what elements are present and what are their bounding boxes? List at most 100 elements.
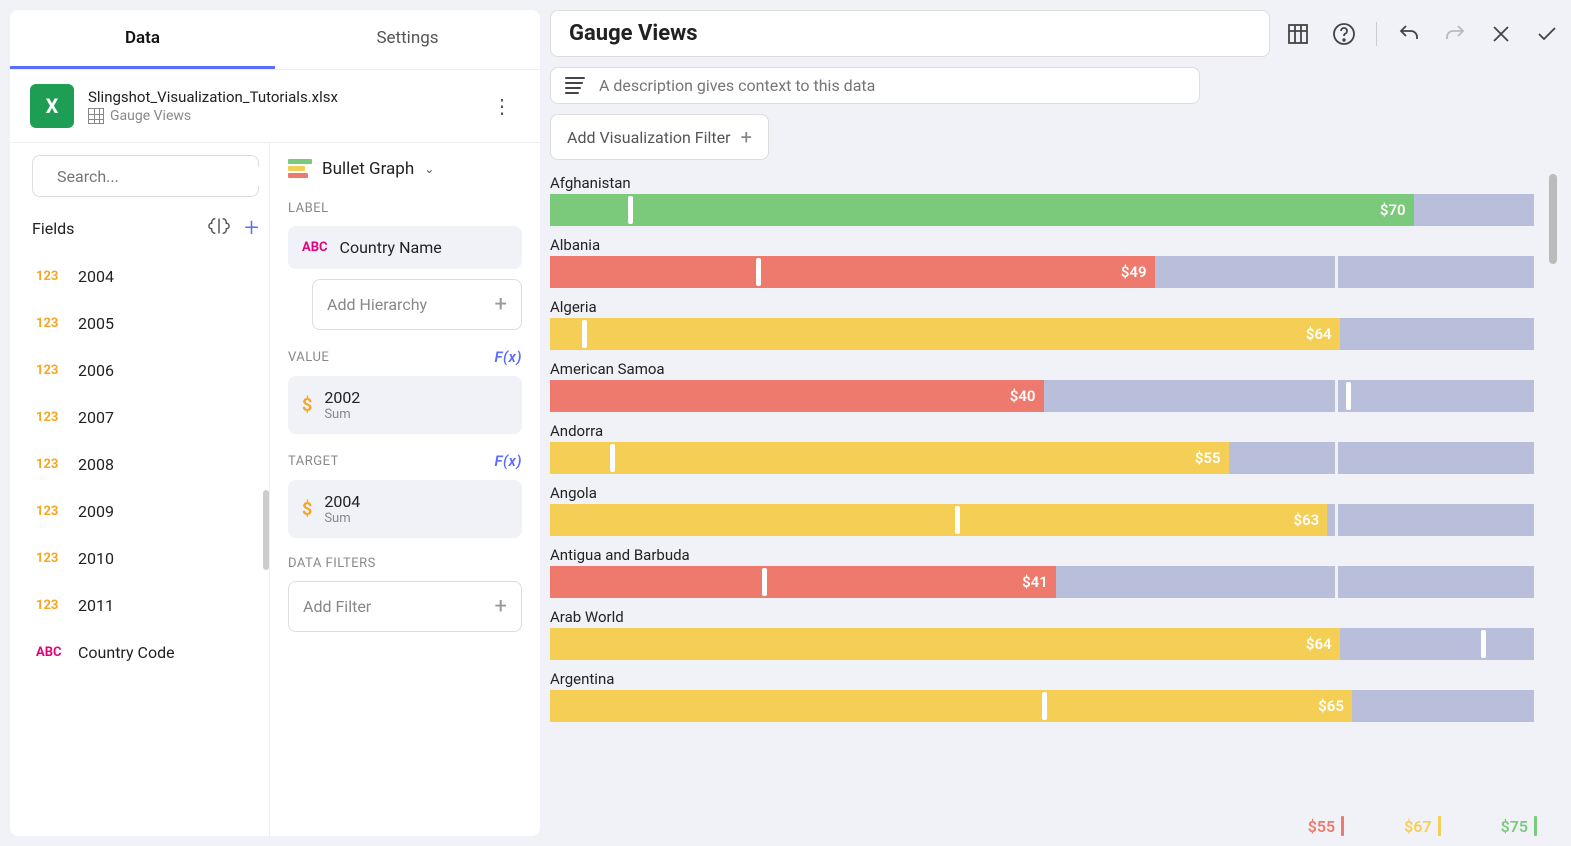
chart-scroll[interactable]: Afghanistan$70Albania$49Algeria$64Americ… <box>550 174 1561 808</box>
chart-row: Albania $49 <box>550 236 1537 288</box>
chart-bg-segment <box>1338 256 1534 288</box>
field-name: Country Code <box>78 643 175 662</box>
chart-value-fill: $64 <box>1044 628 1340 660</box>
chart-target-marker <box>610 444 615 472</box>
datasource-menu-button[interactable]: ⋮ <box>484 94 520 118</box>
chart-target-marker <box>1481 630 1486 658</box>
left-panel: Data Settings X Slingshot_Visualization_… <box>10 10 540 836</box>
chart-bg-segment <box>1338 566 1534 598</box>
field-row[interactable]: 1232010 <box>32 535 259 582</box>
section-label-target: TARGET F(x) <box>288 452 522 470</box>
chart-scrollbar[interactable] <box>1549 174 1557 264</box>
tab-data[interactable]: Data <box>10 10 275 69</box>
chart-target-marker <box>628 196 633 224</box>
label-pill[interactable]: ABC Country Name <box>288 226 522 269</box>
chart-value-fill: $65 <box>1340 690 1352 722</box>
value-pill[interactable]: $ 2002 Sum <box>288 376 522 434</box>
undo-button[interactable] <box>1395 20 1423 48</box>
field-row[interactable]: 1232008 <box>32 441 259 488</box>
add-hierarchy-button[interactable]: Add Hierarchy + <box>312 279 522 330</box>
field-row[interactable]: 1232005 <box>32 300 259 347</box>
fields-scrollbar[interactable] <box>263 490 269 570</box>
currency-icon: $ <box>302 499 312 520</box>
datasource-sheet: Gauge Views <box>110 108 191 124</box>
legend-value: $75 <box>1501 817 1528 836</box>
field-row[interactable]: 1232009 <box>32 488 259 535</box>
toolbar-separator <box>1376 22 1377 46</box>
value-pill-agg: Sum <box>324 407 360 422</box>
table-view-button[interactable] <box>1284 20 1312 48</box>
add-filter-label: Add Filter <box>303 597 371 616</box>
chart-value-fill <box>550 504 1044 536</box>
description-input[interactable] <box>599 76 1185 95</box>
viz-title-input[interactable] <box>550 10 1270 57</box>
field-row[interactable]: ABC Country Code <box>32 629 259 676</box>
chart-row: Algeria$64 <box>550 298 1537 350</box>
chart-row-label: Albania <box>550 236 1537 254</box>
chart-bar-track: $65 <box>550 690 1537 722</box>
help-button[interactable] <box>1330 20 1358 48</box>
target-pill[interactable]: $ 2004 Sum <box>288 480 522 538</box>
text-type-icon: ABC <box>36 645 68 660</box>
chart-target-marker <box>955 506 960 534</box>
add-filter-button[interactable]: Add Filter + <box>288 581 522 632</box>
chart-row-label: Arab World <box>550 608 1537 626</box>
right-panel: Add Visualization Filter + Afghanistan$7… <box>550 10 1561 836</box>
field-row[interactable]: 1232011 <box>32 582 259 629</box>
close-button[interactable] <box>1487 20 1515 48</box>
chart-value-fill: $41 <box>1044 566 1056 598</box>
section-label-label: LABEL <box>288 201 522 216</box>
search-input[interactable] <box>57 167 260 186</box>
field-row[interactable]: 1232004 <box>32 253 259 300</box>
legend-value: $67 <box>1404 817 1431 836</box>
ai-suggest-icon[interactable] <box>208 215 230 241</box>
chart-bg-segment <box>1042 380 1335 412</box>
viz-type-picker[interactable]: Bullet Graph ⌄ <box>288 159 522 179</box>
chart-row-label: Algeria <box>550 298 1537 316</box>
chart-row: Arab World $64 <box>550 608 1537 660</box>
chart-target-marker <box>762 568 767 596</box>
chart-bar-track: $49 <box>550 256 1537 288</box>
plus-icon: + <box>495 292 507 317</box>
number-type-icon: 123 <box>36 504 68 519</box>
add-field-button[interactable]: + <box>244 213 259 243</box>
chart-value-fill <box>550 442 1044 474</box>
chart-value-fill <box>550 566 1044 598</box>
currency-icon: $ <box>302 395 312 416</box>
toolbar <box>1284 20 1561 48</box>
chart-row: American Samoa$40 <box>550 360 1537 412</box>
legend-tick <box>1341 816 1344 836</box>
field-row[interactable]: 1232007 <box>32 394 259 441</box>
chart-value-fill <box>550 194 1044 226</box>
chevron-down-icon: ⌄ <box>424 162 434 176</box>
chart-value-fill <box>550 690 1044 722</box>
abc-type-icon: ABC <box>302 240 328 255</box>
chart-value-fill: $40 <box>550 380 1044 412</box>
tab-settings[interactable]: Settings <box>275 10 540 69</box>
add-viz-filter-button[interactable]: Add Visualization Filter + <box>550 114 769 160</box>
redo-button[interactable] <box>1441 20 1469 48</box>
description-icon <box>565 77 585 94</box>
chart-row: Antigua and Barbuda$41 <box>550 546 1537 598</box>
fx-button-target[interactable]: F(x) <box>494 452 522 470</box>
confirm-button[interactable] <box>1533 20 1561 48</box>
section-label-filters: DATA FILTERS <box>288 556 522 571</box>
chart-bg-segment <box>1338 628 1534 660</box>
chart-value-fill: $49 <box>1044 256 1155 288</box>
search-box[interactable] <box>32 155 259 197</box>
description-row[interactable] <box>550 67 1200 104</box>
number-type-icon: 123 <box>36 269 68 284</box>
section-label-value: VALUE F(x) <box>288 348 522 366</box>
chart-target-marker <box>1346 382 1351 410</box>
fx-button-value[interactable]: F(x) <box>494 348 522 366</box>
chart-value-fill: $55 <box>1044 442 1229 474</box>
legend-value: $55 <box>1308 817 1335 836</box>
chart-bar-track: $64 <box>550 628 1537 660</box>
bullet-graph-icon <box>288 159 312 179</box>
sheet-icon <box>88 108 104 124</box>
field-row[interactable]: 1232006 <box>32 347 259 394</box>
field-name: 2005 <box>78 314 114 333</box>
chart-row-label: Angola <box>550 484 1537 502</box>
number-type-icon: 123 <box>36 363 68 378</box>
chart-bg-segment <box>1338 318 1534 350</box>
